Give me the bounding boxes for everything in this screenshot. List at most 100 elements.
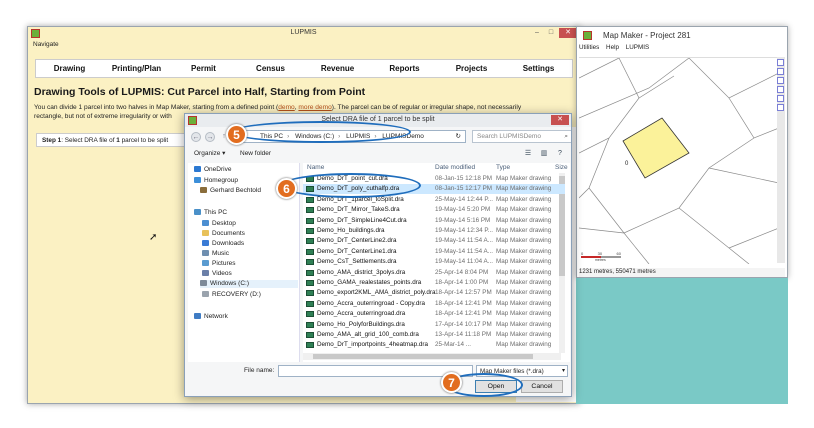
forward-arrow-icon[interactable]: → [205,132,215,142]
lupmis-titlebar[interactable]: LUPMIS – □ ✕ [28,27,579,40]
tool-icon-1[interactable] [777,59,784,66]
demo-link[interactable]: demo [278,104,295,111]
table-row[interactable]: Demo_CsT_Settlements.dra 19-May-14 11:04 … [303,257,565,267]
table-row[interactable]: Demo_DrT_Mirror_TakeS.dra 19-May-14 5:20 … [303,205,565,215]
mapmaker-titlebar[interactable]: Map Maker - Project 281 [577,27,787,43]
tool-icon-4[interactable] [777,86,784,93]
file-list-hscrollbar[interactable] [303,353,561,360]
file-type: Map Maker drawing [496,331,552,338]
file-date: 25-Mar-14 ... [435,341,472,349]
tool-icon-2[interactable] [777,68,784,75]
dra-file-icon [306,300,314,307]
nav-census[interactable]: Census [237,60,304,77]
nav-desktop[interactable]: Desktop [202,220,236,228]
map-coordinates: 1231 metres, 550471 metres [579,269,656,275]
hscrollbar-thumb[interactable] [313,354,533,359]
nav-label: Pictures [212,260,236,267]
nav-network[interactable]: Network [194,313,228,321]
dra-file-icon [306,259,314,266]
table-row[interactable]: Demo_DrT_SimpleLine4Cut.dra 19-May-14 5:1… [303,216,565,226]
nav-reports[interactable]: Reports [371,60,438,77]
nav-documents[interactable]: Documents [202,230,245,238]
column-name[interactable]: Name [307,163,324,173]
dialog-close-icon[interactable]: ✕ [551,115,569,125]
file-date: 19-May-14 11:54 A... [435,247,493,255]
table-row[interactable]: Demo_Ho_PolyforBuildings.dra 17-Apr-14 10… [303,320,565,330]
nav-label: Gerhard Bechtold [210,187,261,194]
table-row[interactable]: Demo_Accra_outerringroad.dra 18-Apr-14 12… [303,309,565,319]
table-row[interactable]: Demo_DrT_CenterLine2.dra 19-May-14 11:54 … [303,236,565,246]
map-canvas[interactable]: 0 0 30 60 metres [578,57,780,265]
nav-gerhard-bechtold[interactable]: Gerhard Bechtold [200,187,261,195]
search-input[interactable]: Search LUPMISDemo ⌕ [472,130,571,143]
nav-label: Documents [212,230,245,237]
organize-button[interactable]: Organize ▾ [194,147,225,160]
nav-permit[interactable]: Permit [170,60,237,77]
table-row[interactable]: Demo_Ho_buildings.dra 19-May-14 12:34 P..… [303,226,565,236]
nav-settings[interactable]: Settings [505,60,572,77]
menu-lupmis[interactable]: LUPMIS [626,44,649,51]
table-row[interactable]: Demo_GAMA_realestates_points.dra 18-Apr-1… [303,278,565,288]
table-row[interactable]: Demo_Accra_outerringroad - Copy.dra 18-Ap… [303,299,565,309]
nav-homegroup[interactable]: Homegroup [194,177,238,185]
maximize-icon[interactable]: □ [545,28,557,38]
file-date: 19-May-14 11:54 A... [435,237,493,245]
column-type[interactable]: Type [496,163,510,173]
table-row[interactable]: Demo_DrT_importpoints_4heatmap.dra 25-Mar… [303,340,565,350]
more-demo-link[interactable]: more demo [298,104,331,111]
tool-icon-6[interactable] [777,104,784,111]
nav-pictures[interactable]: Pictures [202,260,235,268]
tool-icon-3[interactable] [777,77,784,84]
file-type: Map Maker drawing [496,175,552,182]
lupmis-title: LUPMIS [290,29,317,36]
help-icon[interactable]: ? [555,149,565,158]
file-name: Demo_DrT_CenterLine2.dra [317,237,397,245]
table-row[interactable]: Demo_DrT_CenterLine1.dra 19-May-14 11:54 … [303,247,565,257]
nav-videos[interactable]: Videos [202,270,232,278]
parcel-shape[interactable] [622,117,690,179]
new-folder-button[interactable]: New folder [240,147,271,160]
close-icon[interactable]: ✕ [559,28,577,38]
nav-label: Network [204,313,228,320]
view-options-icon[interactable]: ☰ [523,149,533,158]
file-type: Map Maker drawing [496,185,552,193]
file-type: Map Maker drawing [496,299,552,307]
menu-help[interactable]: Help [606,44,619,51]
nav-revenue[interactable]: Revenue [304,60,371,77]
column-date[interactable]: Date modified [435,163,475,173]
nav-projects[interactable]: Projects [438,60,505,77]
nav-drawing[interactable]: Drawing [36,60,103,77]
tool-icon-5[interactable] [777,95,784,102]
map-drawing: 0 [578,57,780,265]
refresh-icon[interactable]: ↻ [456,131,461,143]
step-text: : Select DRA file of [61,137,117,144]
table-row[interactable]: Demo_AMA_alt_grid_100_comb.dra 13-Apr-14 … [303,330,565,340]
nav-label: OneDrive [204,166,232,173]
column-size[interactable]: Size [555,163,568,173]
menu-navigate[interactable]: Navigate [33,41,59,48]
cancel-button[interactable]: Cancel [521,380,563,393]
homegroup-icon [194,177,201,183]
table-row[interactable]: Demo_export2KML_AMA_district_poly.dra 18-… [303,288,565,298]
preview-pane-icon[interactable]: ▥ [539,149,549,158]
dra-file-icon [306,311,314,318]
menu-utilities[interactable]: Utilities [579,44,599,51]
file-type: Map Maker drawing [496,289,552,297]
nav-onedrive[interactable]: OneDrive [194,166,231,174]
file-name: Demo_GAMA_realestates_points.dra [317,279,422,286]
dra-file-icon [306,228,314,234]
file-name: Demo_Accra_outerringroad.dra [317,310,406,318]
nav-this-pc[interactable]: This PC [194,209,227,217]
mapmaker-window: Map Maker - Project 281 Utilities Help L… [576,26,788,278]
nav-downloads[interactable]: Downloads [202,240,244,248]
nav-music[interactable]: Music [202,250,229,258]
nav-windows-c[interactable]: Windows (C:) [200,280,298,288]
filename-label: File name: [244,367,275,374]
minimize-icon[interactable]: – [531,28,543,38]
file-type: Map Maker drawing [496,195,552,203]
nav-recovery-d[interactable]: RECOVERY (D:) [202,291,261,299]
search-icon: ⌕ [564,133,568,140]
nav-printing-plan[interactable]: Printing/Plan [103,60,170,77]
back-arrow-icon[interactable]: ← [191,132,201,142]
table-row[interactable]: Demo_AMA_district_3polys.dra 25-Apr-14 8:… [303,268,565,278]
